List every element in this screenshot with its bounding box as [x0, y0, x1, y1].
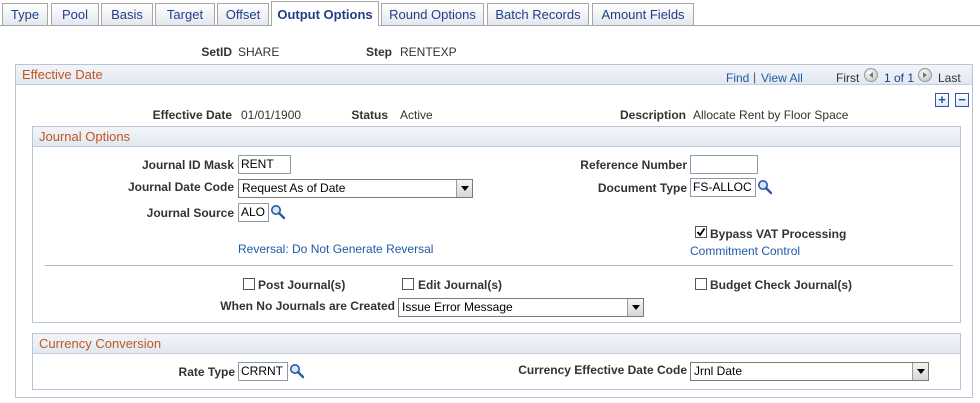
journal-source-input[interactable]: ALO	[238, 203, 269, 222]
tab-label: Target	[166, 7, 204, 22]
setid-value: SHARE	[238, 45, 280, 59]
delete-row-button[interactable]: −	[955, 93, 969, 107]
tab-offset[interactable]: Offset	[217, 3, 269, 25]
bypass-vat-checkbox[interactable]	[695, 226, 707, 238]
journal-options-title: Journal Options	[39, 129, 131, 144]
reference-number-input[interactable]	[690, 155, 758, 174]
document-type-label: Document Type	[597, 181, 687, 195]
budget-check-label: Budget Check Journal(s)	[710, 278, 853, 292]
post-journals-label: Post Journal(s)	[258, 278, 346, 292]
currency-conversion-header: Currency Conversion	[33, 334, 960, 354]
no-journals-label: When No Journals are Created	[220, 299, 395, 313]
checkmark-icon	[696, 227, 706, 237]
dropdown-arrow-icon[interactable]	[627, 299, 643, 316]
tab-output-options[interactable]: Output Options	[271, 1, 379, 27]
tab-label: Output Options	[277, 6, 373, 22]
page-info: 1 of 1	[884, 71, 915, 85]
no-journals-select[interactable]: Issue Error Message	[398, 298, 644, 317]
reference-number-label: Reference Number	[580, 158, 687, 172]
tab-target[interactable]: Target	[155, 3, 215, 25]
description-label: Description	[619, 108, 686, 122]
currency-eff-date-code-label: Currency Effective Date Code	[518, 363, 687, 377]
effective-date-label: Effective Date	[152, 108, 232, 122]
reversal-link[interactable]: Reversal: Do Not Generate Reversal	[238, 242, 433, 256]
step-label: Step	[365, 45, 392, 59]
magnifier-icon[interactable]	[757, 179, 773, 195]
status-value: Active	[400, 108, 433, 122]
first-label: First	[836, 71, 860, 85]
nav-separator: |	[753, 70, 757, 84]
find-link[interactable]: Find	[726, 71, 749, 85]
journal-date-code-select[interactable]: Request As of Date	[238, 179, 473, 198]
tab-label: Round Options	[389, 7, 476, 22]
journal-id-mask-label: Journal ID Mask	[141, 158, 234, 172]
previous-arrow-icon[interactable]	[864, 68, 878, 82]
tab-round-options[interactable]: Round Options	[381, 3, 484, 25]
tab-label: Amount Fields	[601, 7, 685, 22]
edit-journals-label: Edit Journal(s)	[418, 278, 503, 292]
currency-conversion-title: Currency Conversion	[39, 336, 162, 351]
tab-amount-fields[interactable]: Amount Fields	[592, 3, 694, 25]
rate-type-label: Rate Type	[178, 365, 235, 379]
view-all-link[interactable]: View All	[761, 71, 803, 85]
magnifier-icon[interactable]	[289, 363, 305, 379]
dropdown-arrow-icon[interactable]	[456, 180, 472, 197]
tab-label: Batch Records	[495, 7, 581, 22]
effective-date-title: Effective Date	[22, 67, 103, 82]
tab-basis[interactable]: Basis	[101, 3, 153, 25]
journal-source-label: Journal Source	[146, 206, 234, 220]
tab-bar: Type Pool Basis Target Offset Output Opt…	[0, 0, 980, 27]
budget-check-checkbox[interactable]	[695, 278, 707, 290]
commitment-control-link[interactable]: Commitment Control	[690, 244, 800, 258]
tab-underline	[0, 25, 980, 26]
effective-date-value: 01/01/1900	[241, 108, 302, 122]
last-label: Last	[938, 71, 961, 85]
journal-options-header: Journal Options	[33, 127, 960, 147]
journal-options-group: Journal Options	[32, 126, 961, 323]
bypass-vat-label: Bypass VAT Processing	[710, 227, 847, 241]
add-row-button[interactable]: +	[935, 93, 949, 107]
journal-date-code-label: Journal Date Code	[127, 180, 234, 194]
currency-eff-date-code-select[interactable]: Jrnl Date	[690, 362, 929, 381]
tab-pool[interactable]: Pool	[51, 3, 99, 25]
journal-date-code-value: Request As of Date	[242, 181, 346, 195]
no-journals-value: Issue Error Message	[402, 300, 513, 314]
setid-label: SetID	[201, 45, 232, 59]
step-value: RENTEXP	[400, 45, 457, 59]
effective-date-header: Effective Date	[16, 65, 972, 85]
tab-label: Basis	[111, 7, 143, 22]
divider	[45, 265, 953, 266]
tab-label: Pool	[61, 7, 89, 22]
rate-type-input[interactable]: CRRNT	[238, 362, 288, 381]
tab-type[interactable]: Type	[2, 3, 48, 25]
tab-batch-records[interactable]: Batch Records	[487, 3, 589, 25]
journal-id-mask-input[interactable]: RENT	[238, 155, 291, 174]
document-type-input[interactable]: FS-ALLOC	[690, 178, 756, 197]
magnifier-icon[interactable]	[270, 204, 286, 220]
dropdown-arrow-icon[interactable]	[912, 363, 928, 380]
next-arrow-icon[interactable]	[918, 68, 932, 82]
tab-label: Type	[10, 7, 40, 22]
post-journals-checkbox[interactable]	[243, 278, 255, 290]
description-value: Allocate Rent by Floor Space	[693, 108, 849, 122]
status-label: Status	[351, 108, 388, 122]
tab-label: Offset	[225, 7, 261, 22]
edit-journals-checkbox[interactable]	[402, 278, 414, 290]
currency-eff-date-code-value: Jrnl Date	[694, 364, 743, 378]
